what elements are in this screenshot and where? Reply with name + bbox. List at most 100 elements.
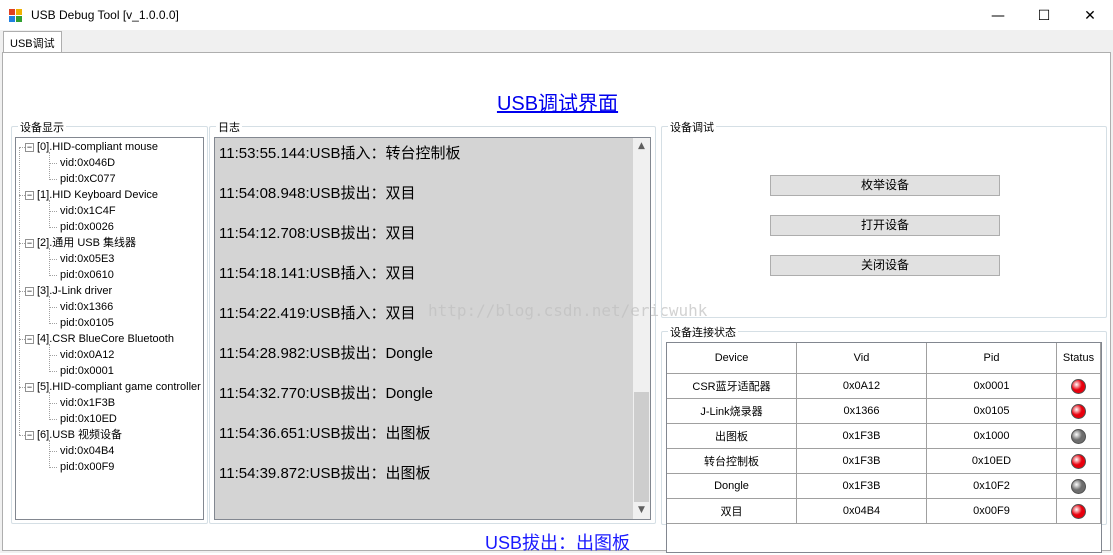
table-cell-pid[interactable]: 0x00F9: [927, 499, 1057, 524]
column-header[interactable]: Pid: [927, 343, 1057, 374]
table-cell-device[interactable]: Dongle: [667, 474, 797, 499]
tree-node-pid[interactable]: pid:0x0105: [60, 316, 114, 330]
log-line: 11:54:08.948:USB拔出：双目: [219, 185, 416, 202]
tree-node-pid[interactable]: pid:0x00F9: [60, 460, 114, 474]
tree-connector: [49, 323, 57, 324]
table-cell-pid[interactable]: 0x10ED: [927, 449, 1057, 474]
tree-node-vid[interactable]: vid:0x046D: [60, 156, 115, 170]
table-cell-status[interactable]: [1057, 399, 1101, 424]
table-cell-vid[interactable]: 0x1F3B: [797, 474, 927, 499]
close-device-button[interactable]: 关闭设备: [770, 255, 1000, 276]
log-line: 11:54:22.419:USB插入：双目: [219, 305, 416, 322]
tree-node-device[interactable]: − [0].HID-compliant mouse: [25, 140, 158, 154]
tree-node-vid[interactable]: vid:0x0A12: [60, 348, 114, 362]
tree-node-device[interactable]: − [6].USB 视频设备: [25, 428, 122, 442]
tab-control: USB调试 USB调试界面 设备显示 − [0].HID-compliant mo…: [0, 31, 1113, 553]
table-cell-status[interactable]: [1057, 374, 1101, 399]
tree-connector: [49, 344, 50, 372]
tree-connector: [49, 355, 57, 356]
table-cell-vid[interactable]: 0x0A12: [797, 374, 927, 399]
scroll-up-arrow-icon[interactable]: ▲: [633, 138, 650, 155]
enumerate-devices-button[interactable]: 枚举设备: [770, 175, 1000, 196]
tree-connector: [49, 451, 57, 452]
collapse-icon[interactable]: −: [25, 143, 34, 152]
table-cell-device[interactable]: CSR蓝牙适配器: [667, 374, 797, 399]
table-cell-status[interactable]: [1057, 449, 1101, 474]
status-message: USB拔出：出图板: [484, 533, 630, 553]
close-button[interactable]: ✕: [1067, 0, 1113, 31]
connection-status-label: 设备连接状态: [668, 324, 738, 340]
tree-node-vid[interactable]: vid:0x05E3: [60, 252, 114, 266]
app-icon: [9, 9, 23, 23]
device-tree[interactable]: − [0].HID-compliant mouse vid:0x046D pid:0x…: [15, 137, 204, 520]
tree-node-pid[interactable]: pid:0x10ED: [60, 412, 117, 426]
tree-node-device[interactable]: − [5].HID-compliant game controller: [25, 380, 201, 394]
log-line: 11:53:55.144:USB插入：转台控制板: [219, 145, 461, 162]
tree-node-label: [2].通用 USB 集线器: [37, 237, 137, 249]
tab-usb-debug[interactable]: USB调试: [3, 31, 62, 53]
table-cell-status[interactable]: [1057, 424, 1101, 449]
tree-connector: [49, 307, 57, 308]
minimize-button[interactable]: —: [975, 0, 1021, 31]
maximize-button[interactable]: ☐: [1021, 0, 1067, 31]
log-textbox[interactable]: ▲ ▼ 11:53:55.144:USB插入：转台控制板 11:54:08.948…: [214, 137, 651, 520]
table-cell-vid[interactable]: 0x04B4: [797, 499, 927, 524]
tree-node-vid[interactable]: vid:0x1366: [60, 300, 113, 314]
scroll-thumb[interactable]: [634, 392, 649, 502]
tree-node-label: [1].HID Keyboard Device: [37, 189, 159, 201]
title-bar: USB Debug Tool [v_1.0.0.0] — ☐ ✕: [0, 0, 1113, 31]
tree-node-pid[interactable]: pid:0x0610: [60, 268, 114, 282]
tree-node-device[interactable]: − [1].HID Keyboard Device: [25, 188, 158, 202]
collapse-icon[interactable]: −: [25, 335, 34, 344]
tree-node-device[interactable]: − [4].CSR BlueCore Bluetooth: [25, 332, 174, 346]
table-cell-status[interactable]: [1057, 474, 1101, 499]
log-scrollbar[interactable]: ▲ ▼: [633, 138, 650, 519]
tree-connector: [49, 259, 57, 260]
scroll-down-arrow-icon[interactable]: ▼: [633, 502, 650, 519]
tree-node-vid[interactable]: vid:0x04B4: [60, 444, 114, 458]
column-header[interactable]: Status: [1057, 343, 1101, 374]
table-cell-pid[interactable]: 0x10F2: [927, 474, 1057, 499]
tree-node-vid[interactable]: vid:0x1F3B: [60, 396, 115, 410]
tree-node-pid[interactable]: pid:0x0001: [60, 364, 114, 378]
table-cell-device[interactable]: J-Link烧录器: [667, 399, 797, 424]
table-cell-vid[interactable]: 0x1366: [797, 399, 927, 424]
table-cell-pid[interactable]: 0x0001: [927, 374, 1057, 399]
table-cell-pid[interactable]: 0x1000: [927, 424, 1057, 449]
tree-node-device[interactable]: − [3].J-Link driver: [25, 284, 112, 298]
table-cell-vid[interactable]: 0x1F3B: [797, 449, 927, 474]
tree-connector: [49, 467, 57, 468]
tree-node-pid[interactable]: pid:0xC077: [60, 172, 116, 186]
collapse-icon[interactable]: −: [25, 287, 34, 296]
tree-connector: [49, 248, 50, 276]
status-led-icon: [1071, 478, 1086, 494]
log-line: 11:54:39.872:USB拔出：出图板: [219, 465, 431, 482]
table-cell-status[interactable]: [1057, 499, 1101, 524]
collapse-icon[interactable]: −: [25, 383, 34, 392]
collapse-icon[interactable]: −: [25, 191, 34, 200]
open-device-button[interactable]: 打开设备: [770, 215, 1000, 236]
tree-connector: [49, 152, 50, 180]
collapse-icon[interactable]: −: [25, 431, 34, 440]
tree-connector: [49, 200, 50, 228]
tree-node-label: [4].CSR BlueCore Bluetooth: [37, 333, 174, 345]
status-led-icon: [1071, 428, 1086, 444]
tree-node-vid[interactable]: vid:0x1C4F: [60, 204, 116, 218]
table-cell-device[interactable]: 出图板: [667, 424, 797, 449]
column-header[interactable]: Vid: [797, 343, 927, 374]
page-heading-link[interactable]: USB调试界面: [3, 87, 1112, 116]
tree-node-pid[interactable]: pid:0x0026: [60, 220, 114, 234]
table-cell-vid[interactable]: 0x1F3B: [797, 424, 927, 449]
tree-connector: [49, 440, 50, 468]
tree-connector: [49, 392, 50, 420]
table-cell-device[interactable]: 转台控制板: [667, 449, 797, 474]
collapse-icon[interactable]: −: [25, 239, 34, 248]
window-title: USB Debug Tool [v_1.0.0.0]: [31, 8, 179, 22]
tree-connector: [19, 435, 25, 436]
table-cell-pid[interactable]: 0x0105: [927, 399, 1057, 424]
tree-node-device[interactable]: − [2].通用 USB 集线器: [25, 236, 136, 250]
connection-status-grid[interactable]: Device Vid Pid Status CSR蓝牙适配器 0x0A12 0x0001 J-…: [666, 342, 1102, 553]
column-header[interactable]: Device: [667, 343, 797, 374]
table-cell-device[interactable]: 双目: [667, 499, 797, 524]
tree-connector: [49, 419, 57, 420]
